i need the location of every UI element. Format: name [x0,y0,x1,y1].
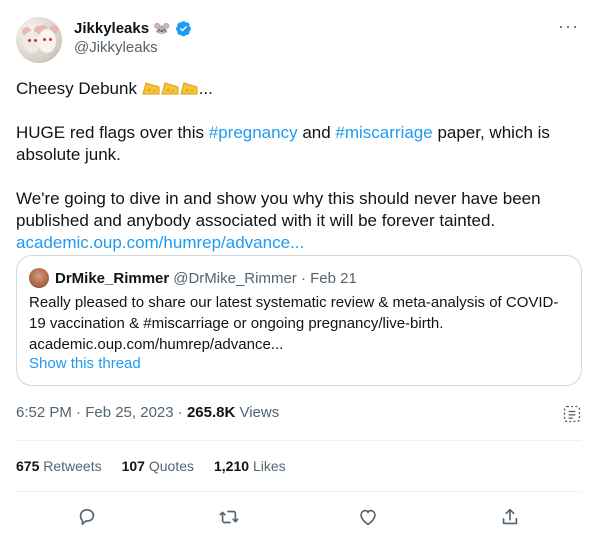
show-thread-link[interactable]: Show this thread [29,355,141,372]
more-icon[interactable]: ··· [558,16,579,37]
tweet-header: Jikkyleaks 🐭 @Jikkyleaks ··· [16,12,581,64]
views-label: Views [235,404,280,421]
like-icon [360,509,376,526]
retweet-icon [219,510,239,524]
quoted-tweet[interactable]: DrMike_Rimmer @DrMike_Rimmer · Feb 21 Re… [16,255,582,386]
tweet-paragraph-2: HUGE red flags over this #pregnancy and … [16,123,550,164]
mouse-emoji: 🐭 [153,19,171,36]
likes-stat[interactable]: 1,210 Likes [214,458,286,474]
quoted-header: DrMike_Rimmer @DrMike_Rimmer · Feb 21 [29,268,357,288]
views-count: 265.8K [186,404,236,421]
retweet-button[interactable] [218,506,242,530]
share-icon [502,508,518,525]
author-handle[interactable]: @Jikkyleaks [74,39,192,56]
share-button[interactable] [499,506,523,530]
hashtag-miscarriage[interactable]: #miscarriage [335,123,432,142]
display-name[interactable]: Jikkyleaks 🐭 [74,18,192,38]
quotes-stat[interactable]: 107 Quotes [122,458,194,474]
quoted-author-handle: @DrMike_Rimmer · Feb 21 [173,269,357,287]
tweet-link[interactable]: academic.oup.com/humrep/advance... [16,232,581,254]
cheese-icon [142,82,160,95]
quoted-avatar [29,268,49,288]
hashtag-pregnancy[interactable]: #pregnancy [209,123,298,142]
tweet-line-1: Cheesy Debunk ... [16,79,213,98]
retweets-stat[interactable]: 675 Retweets [16,458,102,474]
divider [16,491,581,492]
cheese-icon [161,82,179,95]
quoted-author-name: DrMike_Rimmer [55,269,170,287]
verified-badge-icon [175,20,191,36]
engagement-stats: 675 Retweets 107 Quotes 1,210 Likes [16,458,286,474]
author-name[interactable]: Jikkyleaks [74,20,149,37]
quoted-text: Really pleased to share our latest syste… [29,294,559,353]
analytics-icon[interactable] [562,404,582,424]
reply-button[interactable] [76,506,100,530]
reply-icon [79,509,95,525]
divider [16,440,581,441]
tweet-datetime[interactable]: 6:52 PM · Feb 25, 2023 · [16,404,187,421]
cheese-icon [180,82,198,95]
action-bar [0,504,597,534]
tweet-text: Cheesy Debunk ... HUGE red flags over th… [16,78,581,254]
tweet-paragraph-3: We're going to dive in and show you why … [16,189,541,230]
tweet-meta: 6:52 PM · Feb 25, 2023 · 265.8K Views [16,404,279,421]
author-names: Jikkyleaks 🐭 @Jikkyleaks [74,18,192,56]
avatar[interactable] [16,17,62,63]
like-button[interactable] [357,506,381,530]
